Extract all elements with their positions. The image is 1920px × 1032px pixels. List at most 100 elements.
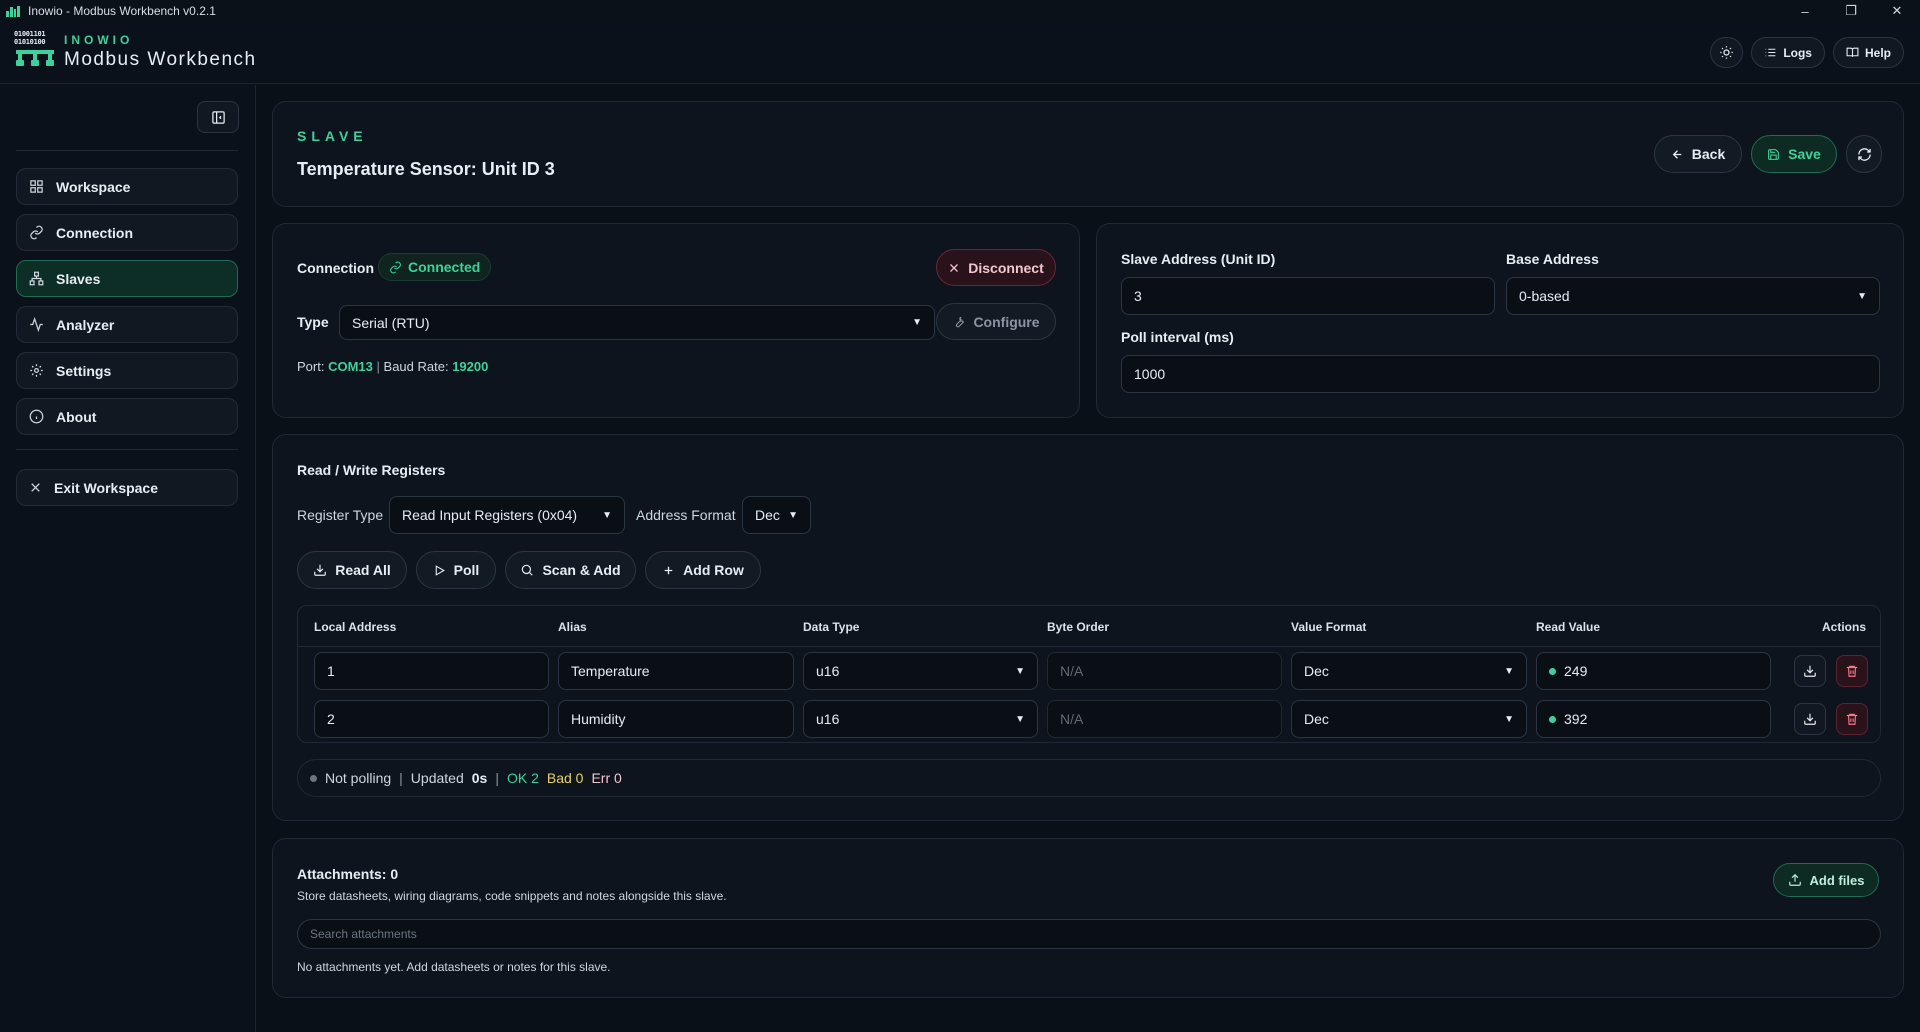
details-separator: | [376,359,380,374]
download-icon [1804,665,1816,677]
logs-label: Logs [1783,45,1812,60]
attachments-empty-text: No attachments yet. Add datasheets or no… [297,960,611,974]
gear-icon [30,364,43,377]
save-button[interactable]: Save [1751,135,1837,173]
play-icon [435,564,445,576]
logs-button[interactable]: Logs [1751,37,1825,68]
value-format-select[interactable]: Dec ▼ [1291,700,1527,738]
back-button[interactable]: Back [1654,135,1742,173]
exit-workspace-label: Exit Workspace [54,479,159,496]
save-label: Save [1788,146,1821,162]
column-header: Local Address [314,620,397,634]
attachments-description: Store datasheets, wiring diagrams, code … [297,889,727,903]
poll-interval-input[interactable]: 1000 [1121,355,1880,393]
value-format-value: Dec [1304,663,1329,679]
connection-type-value: Serial (RTU) [352,314,430,331]
data-type-select[interactable]: u16 ▼ [803,652,1038,690]
read-value-field: 249 [1536,652,1771,690]
panel-collapse-icon [211,110,225,124]
chevron-down-icon: ▼ [788,509,798,521]
grid-icon [30,180,43,193]
pulse-icon [30,317,43,332]
alias-input[interactable]: Humidity [558,700,794,738]
column-header: Alias [558,620,587,634]
read-row-button[interactable] [1794,655,1826,687]
trash-icon [1846,665,1858,677]
restore-button[interactable]: ❐ [1828,0,1874,22]
poll-label: Poll [453,562,480,578]
connection-details: Port: COM13 | Baud Rate: 19200 [297,359,488,374]
register-type-label: Register Type [297,507,384,523]
add-row-button[interactable]: Add Row [645,551,761,589]
read-value: 392 [1564,711,1588,727]
brand: 01001101 01010100 INOWIO Modbus Workbenc… [14,30,257,74]
app-icon [6,5,20,17]
disconnect-button[interactable]: Disconnect [936,249,1056,286]
link-icon [30,225,43,240]
read-all-button[interactable]: Read All [297,551,407,589]
scan-add-button[interactable]: Scan & Add [505,551,636,589]
configure-button[interactable]: Configure [936,303,1056,340]
local-address-input[interactable]: 1 [314,652,549,690]
alias-input[interactable]: Temperature [558,652,794,690]
slave-address-input[interactable]: 3 [1121,277,1495,315]
book-icon [1846,47,1859,57]
chevron-down-icon: ▼ [912,317,922,328]
exit-workspace-button[interactable]: Exit Workspace [16,469,238,506]
address-format-label: Address Format [636,507,736,523]
help-label: Help [1864,45,1891,60]
download-icon [314,564,327,576]
sidebar: Workspace Connection Slaves Analyzer Set… [0,85,256,1032]
add-files-label: Add files [1809,872,1865,888]
delete-row-button[interactable] [1836,703,1868,735]
value-format-select[interactable]: Dec ▼ [1291,652,1527,690]
search-icon [522,564,534,576]
sidebar-item-analyzer[interactable]: Analyzer [16,306,238,343]
data-type-select[interactable]: u16 ▼ [803,700,1038,738]
sidebar-item-slaves[interactable]: Slaves [16,260,238,297]
status-dot [1549,667,1556,675]
sidebar-item-label: Slaves [56,270,101,287]
sidebar-item-workspace[interactable]: Workspace [16,168,238,205]
close-window-button[interactable]: ✕ [1874,0,1920,22]
download-icon [1804,713,1816,725]
sidebar-item-connection[interactable]: Connection [16,214,238,251]
search-attachments-input[interactable]: Search attachments [297,919,1881,949]
base-address-select[interactable]: 0-based ▼ [1506,277,1880,315]
sun-icon [1720,46,1734,59]
updated-value: 0s [471,770,488,786]
connection-card: Connection Connected Disconnect Type Ser… [272,223,1080,418]
help-button[interactable]: Help [1832,37,1904,68]
upload-icon [1788,873,1801,886]
window-titlebar: Inowio - Modbus Workbench v0.2.1 – ❐ ✕ [0,0,1920,22]
baud-value: 19200 [452,359,489,374]
refresh-button[interactable] [1846,135,1882,173]
local-address-input[interactable]: 2 [314,700,549,738]
connection-type-select[interactable]: Serial (RTU) ▼ [339,305,935,340]
chevron-down-icon: ▼ [1504,665,1514,677]
logo-bits-line-2: 01010100 [14,38,46,46]
register-type-select[interactable]: Read Input Registers (0x04) ▼ [389,496,625,534]
poll-button[interactable]: Poll [416,551,496,589]
type-label: Type [297,314,329,330]
data-type-value: u16 [816,663,840,679]
column-header: Read Value [1536,620,1601,634]
delete-row-button[interactable] [1836,655,1868,687]
brand-title: Modbus Workbench [64,49,257,70]
sidebar-item-label: Analyzer [56,316,115,333]
minimize-button[interactable]: – [1782,0,1828,22]
bad-count: Bad 0 [546,770,584,786]
address-format-select[interactable]: Dec ▼ [742,496,811,534]
sidebar-item-about[interactable]: About [16,398,238,435]
add-files-button[interactable]: Add files [1773,863,1879,897]
sidebar-item-settings[interactable]: Settings [16,352,238,389]
brand-kicker: INOWIO [64,33,134,47]
connection-status-text: Connected [408,259,481,275]
theme-toggle-button[interactable] [1710,37,1744,68]
collapse-sidebar-button[interactable] [197,101,239,133]
read-row-button[interactable] [1794,703,1826,735]
status-dot [1549,715,1556,723]
updated-label: Updated [410,770,464,786]
chevron-down-icon: ▼ [1015,713,1025,725]
network-icon [29,271,44,286]
